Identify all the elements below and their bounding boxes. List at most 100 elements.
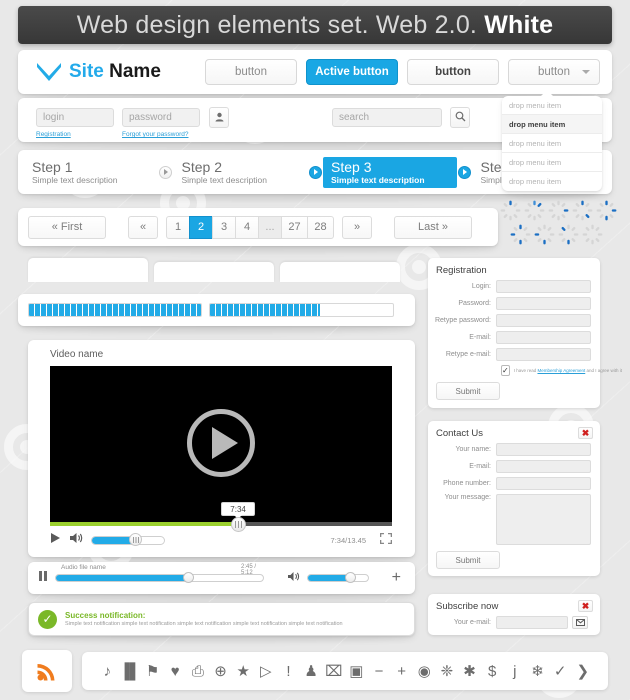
subscribe-input-email[interactable] bbox=[496, 616, 568, 629]
plus-icon[interactable]: + bbox=[392, 570, 401, 586]
plus-icon[interactable]: + bbox=[390, 664, 413, 679]
snowflake-icon[interactable]: ❄ bbox=[526, 664, 549, 679]
eye-icon[interactable]: ◉ bbox=[413, 664, 436, 679]
contact-input-name[interactable] bbox=[496, 443, 591, 456]
registration-input-retype-password[interactable] bbox=[496, 314, 591, 327]
volume-icon[interactable] bbox=[69, 531, 83, 549]
contact-submit-button[interactable]: Submit bbox=[436, 551, 500, 569]
pagination-first[interactable]: « First bbox=[28, 215, 106, 239]
asterisk-icon[interactable]: ✱ bbox=[458, 664, 481, 679]
audio-progress-slider[interactable] bbox=[55, 572, 264, 583]
contact-input-phone[interactable] bbox=[496, 477, 591, 490]
dropdown-item-1[interactable]: drop menu item bbox=[502, 96, 602, 115]
volume-icon[interactable] bbox=[287, 569, 300, 587]
pagination-pages: 1 2 3 4 ... 27 28 bbox=[166, 215, 334, 239]
dropdown-item-4[interactable]: drop menu item bbox=[502, 153, 602, 172]
video-camera-icon[interactable]: ▷ bbox=[254, 664, 277, 679]
pagination-page-1[interactable]: 1 bbox=[166, 215, 190, 239]
site-logo[interactable]: Site Name bbox=[28, 61, 196, 83]
step-item-3[interactable]: Step 3 Simple text description bbox=[323, 156, 457, 188]
agreement-text-pre: I have read bbox=[513, 368, 538, 373]
dropdown-item-2[interactable]: drop menu item bbox=[502, 115, 602, 134]
envelope-icon[interactable] bbox=[572, 616, 588, 629]
pagination-page-2[interactable]: 2 bbox=[189, 215, 213, 239]
video-volume-slider[interactable] bbox=[91, 533, 165, 546]
star-icon[interactable]: ★ bbox=[232, 664, 255, 679]
header-button-active[interactable]: Active button bbox=[306, 59, 398, 85]
search-button[interactable] bbox=[450, 107, 470, 128]
save-disk-icon[interactable]: ▣ bbox=[345, 664, 368, 679]
registration-submit-button[interactable]: Submit bbox=[436, 382, 500, 400]
registration-link[interactable]: Registration bbox=[36, 131, 71, 138]
chevron-down-icon bbox=[582, 70, 590, 74]
agreement-checkbox[interactable]: ✓ bbox=[501, 365, 510, 376]
music-note-icon[interactable]: ♪ bbox=[96, 664, 119, 679]
heart-icon[interactable]: ♥ bbox=[164, 664, 187, 679]
pagination-prev[interactable]: « bbox=[128, 215, 158, 239]
contact-title: Contact Us bbox=[436, 428, 483, 439]
pagination-next[interactable]: » bbox=[342, 215, 372, 239]
play-icon[interactable] bbox=[50, 531, 61, 549]
contact-label-name: Your name: bbox=[455, 446, 491, 453]
user-icon[interactable]: ♟ bbox=[300, 664, 323, 679]
user-login-button[interactable] bbox=[209, 107, 229, 128]
arrow-right-icon[interactable]: ❯ bbox=[571, 664, 594, 679]
video-progress-bar[interactable] bbox=[50, 522, 392, 526]
registration-input-login[interactable] bbox=[496, 280, 591, 293]
contact-input-message[interactable] bbox=[496, 494, 591, 545]
exclamation-icon[interactable]: ! bbox=[277, 664, 300, 679]
audio-file-name: Audio file name bbox=[61, 564, 106, 571]
registration-input-email[interactable] bbox=[496, 331, 591, 344]
video-screen[interactable]: 7:34 bbox=[50, 366, 392, 532]
pagination-page-3[interactable]: 3 bbox=[212, 215, 236, 239]
search-input[interactable]: search bbox=[332, 108, 442, 127]
registration-input-retype-email[interactable] bbox=[496, 348, 591, 361]
loading-spinner bbox=[524, 200, 545, 221]
header-button-dropdown[interactable]: button bbox=[508, 59, 600, 85]
contact-label-phone: Phone number: bbox=[443, 480, 491, 487]
fullscreen-icon[interactable] bbox=[380, 531, 392, 549]
rss-button[interactable] bbox=[22, 650, 72, 692]
minus-icon[interactable]: − bbox=[368, 664, 391, 679]
step-item-1[interactable]: Step 1 Simple text description bbox=[24, 157, 158, 188]
pagination-page-27[interactable]: 27 bbox=[281, 215, 308, 239]
check-icon[interactable]: ✓ bbox=[549, 664, 572, 679]
rss-icon bbox=[37, 664, 55, 681]
forgot-password-link[interactable]: Forgot your password? bbox=[122, 131, 188, 138]
printer-icon[interactable]: ⎙ bbox=[187, 664, 210, 679]
loading-spinner bbox=[534, 224, 555, 245]
chart-bars-icon[interactable]: ▐▌ bbox=[119, 664, 142, 679]
dropdown-item-5[interactable]: drop menu item bbox=[502, 172, 602, 191]
contact-input-email[interactable] bbox=[496, 460, 591, 473]
pagination-page-4[interactable]: 4 bbox=[235, 215, 259, 239]
trash-icon[interactable]: ⌧ bbox=[322, 664, 345, 679]
video-title: Video name bbox=[50, 349, 104, 360]
tab-2[interactable] bbox=[154, 262, 274, 282]
play-icon[interactable] bbox=[187, 409, 255, 477]
step-title: Step 2 bbox=[181, 158, 222, 175]
pagination-last[interactable]: Last » bbox=[394, 215, 472, 239]
dollar-icon[interactable]: $ bbox=[481, 664, 504, 679]
info-icon[interactable]: ј bbox=[504, 664, 527, 679]
close-icon[interactable]: ✖ bbox=[578, 427, 593, 439]
pause-icon[interactable] bbox=[38, 569, 48, 587]
search-input-placeholder: search bbox=[339, 112, 370, 123]
pagination-page-28[interactable]: 28 bbox=[307, 215, 334, 239]
password-input[interactable]: password bbox=[122, 108, 200, 127]
audio-volume-slider[interactable] bbox=[307, 572, 369, 583]
close-icon[interactable]: ✖ bbox=[578, 600, 593, 612]
registration-row-login: Login: bbox=[428, 280, 600, 293]
registration-input-password[interactable] bbox=[496, 297, 591, 310]
membership-agreement-link[interactable]: Membership Agreement bbox=[537, 368, 585, 373]
step-item-2[interactable]: Step 2 Simple text description bbox=[174, 157, 308, 188]
dropdown-item-3[interactable]: drop menu item bbox=[502, 134, 602, 153]
tab-3[interactable] bbox=[280, 262, 400, 282]
pin-icon[interactable]: ❈ bbox=[436, 664, 459, 679]
globe-icon[interactable]: ⊕ bbox=[209, 664, 232, 679]
tab-1[interactable] bbox=[28, 258, 148, 282]
login-input[interactable]: login bbox=[36, 108, 114, 127]
tag-icon[interactable]: ⚑ bbox=[141, 664, 164, 679]
progress-bar-2 bbox=[209, 303, 394, 317]
header-button-1[interactable]: button bbox=[205, 59, 297, 85]
header-button-3[interactable]: button bbox=[407, 59, 499, 85]
